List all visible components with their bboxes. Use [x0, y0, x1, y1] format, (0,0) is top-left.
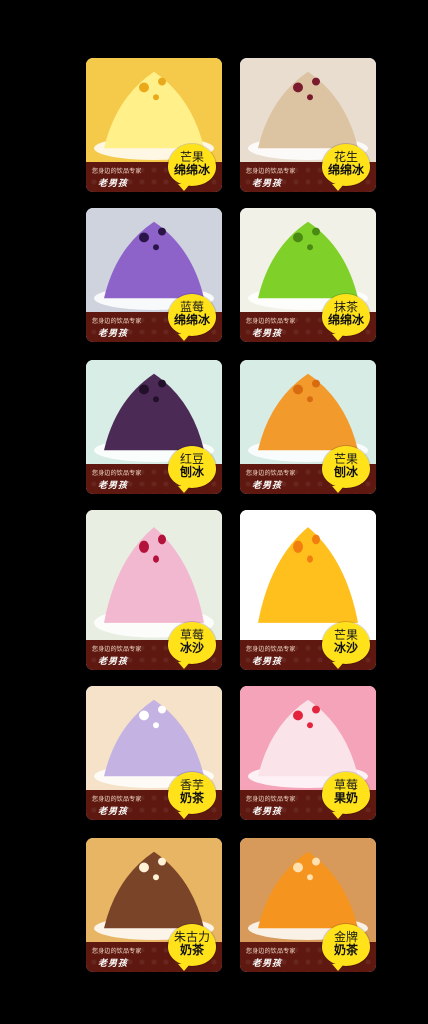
- brand-logo: 老男孩: [252, 959, 283, 969]
- product-card-3[interactable]: 您身边的饮品专家 老男孩 蓝莓 绵绵冰: [86, 208, 222, 342]
- flavor-badge: 芒果 绵绵冰: [168, 144, 216, 191]
- flavor-badge: 草莓 果奶: [322, 772, 370, 819]
- product-card-10[interactable]: 您身边的饮品专家 老男孩 草莓 果奶: [240, 686, 376, 820]
- tagline: 您身边的饮品专家: [92, 646, 142, 653]
- kind-label: 果奶: [333, 791, 358, 805]
- brand-logo: 老男孩: [252, 657, 283, 667]
- kind-label: 绵绵冰: [327, 163, 364, 177]
- tagline: 您身边的饮品专家: [246, 948, 296, 955]
- kind-label: 奶茶: [179, 943, 204, 957]
- brand-logo: 老男孩: [98, 179, 129, 189]
- kind-label: 刨冰: [179, 465, 204, 479]
- tagline: 您身边的饮品专家: [246, 796, 296, 803]
- kind-label: 冰沙: [179, 641, 204, 655]
- brand-logo: 老男孩: [252, 481, 283, 491]
- brand-logo: 老男孩: [98, 329, 129, 339]
- tagline: 您身边的饮品专家: [92, 796, 142, 803]
- product-card-2[interactable]: 您身边的饮品专家 老男孩 花生 绵绵冰: [240, 58, 376, 192]
- product-photo: [86, 510, 222, 640]
- product-card-6[interactable]: 您身边的饮品专家 老男孩 芒果 刨冰: [240, 360, 376, 494]
- flavor-badge: 花生 绵绵冰: [322, 144, 370, 191]
- flavor-badge: 抹茶 绵绵冰: [322, 294, 370, 341]
- product-card-1[interactable]: 您身边的饮品专家 老男孩 芒果 绵绵冰: [86, 58, 222, 192]
- product-card-12[interactable]: 您身边的饮品专家 老男孩 金牌 奶茶: [240, 838, 376, 972]
- tagline: 您身边的饮品专家: [92, 168, 142, 175]
- brand-logo: 老男孩: [252, 807, 283, 817]
- flavor-badge: 金牌 奶茶: [322, 924, 370, 971]
- tagline: 您身边的饮品专家: [246, 318, 296, 325]
- kind-label: 奶茶: [333, 943, 358, 957]
- tagline: 您身边的饮品专家: [92, 470, 142, 477]
- kind-label: 绵绵冰: [327, 313, 364, 327]
- flavor-badge: 草莓 冰沙: [168, 622, 216, 669]
- product-card-4[interactable]: 您身边的饮品专家 老男孩 抹茶 绵绵冰: [240, 208, 376, 342]
- brand-logo: 老男孩: [252, 329, 283, 339]
- flavor-badge: 蓝莓 绵绵冰: [168, 294, 216, 341]
- tagline: 您身边的饮品专家: [92, 948, 142, 955]
- product-card-5[interactable]: 您身边的饮品专家 老男孩 红豆 刨冰: [86, 360, 222, 494]
- tagline: 您身边的饮品专家: [246, 470, 296, 477]
- kind-label: 冰沙: [333, 641, 358, 655]
- flavor-badge: 芒果 冰沙: [322, 622, 370, 669]
- brand-logo: 老男孩: [252, 179, 283, 189]
- flavor-badge: 红豆 刨冰: [168, 446, 216, 493]
- flavor-badge: 朱古力 奶茶: [168, 924, 216, 971]
- tagline: 您身边的饮品专家: [246, 646, 296, 653]
- product-card-7[interactable]: 您身边的饮品专家 老男孩 草莓 冰沙: [86, 510, 222, 670]
- flavor-badge: 香芋 奶茶: [168, 772, 216, 819]
- product-card-9[interactable]: 您身边的饮品专家 老男孩 香芋 奶茶: [86, 686, 222, 820]
- tagline: 您身边的饮品专家: [246, 168, 296, 175]
- kind-label: 刨冰: [333, 465, 358, 479]
- brand-logo: 老男孩: [98, 807, 129, 817]
- product-card-8[interactable]: 您身边的饮品专家 老男孩 芒果 冰沙: [240, 510, 376, 670]
- product-card-11[interactable]: 您身边的饮品专家 老男孩 朱古力 奶茶: [86, 838, 222, 972]
- brand-logo: 老男孩: [98, 657, 129, 667]
- product-photo: [240, 510, 376, 640]
- kind-label: 绵绵冰: [173, 313, 210, 327]
- tagline: 您身边的饮品专家: [92, 318, 142, 325]
- brand-logo: 老男孩: [98, 959, 129, 969]
- kind-label: 奶茶: [179, 791, 204, 805]
- flavor-badge: 芒果 刨冰: [322, 446, 370, 493]
- brand-logo: 老男孩: [98, 481, 129, 491]
- kind-label: 绵绵冰: [173, 163, 210, 177]
